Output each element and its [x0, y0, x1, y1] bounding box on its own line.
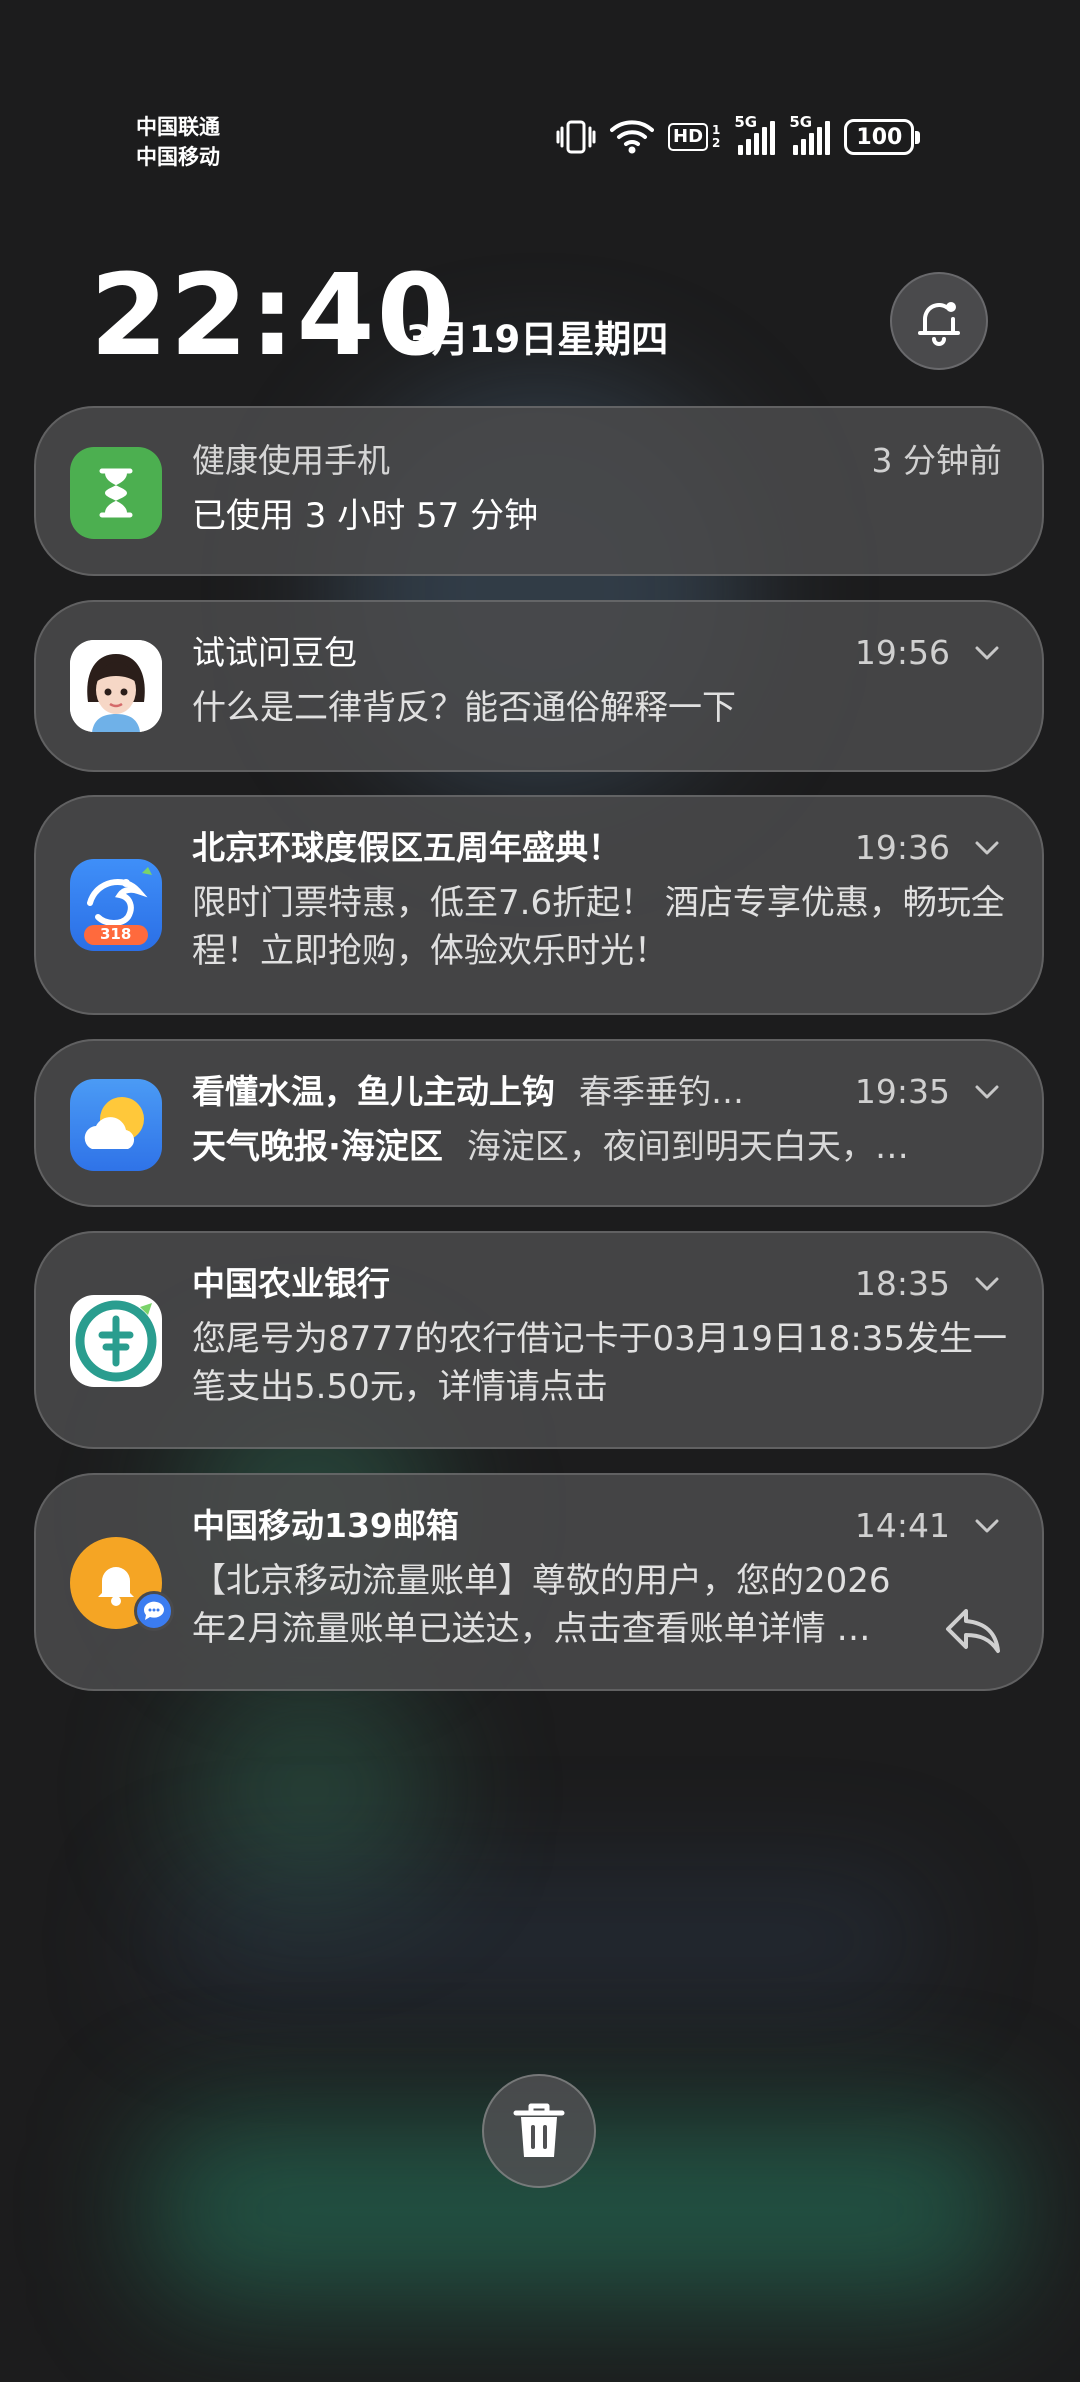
system-icons: HD 1 2 5G 5G 100	[556, 113, 921, 157]
notification-time: 19:36	[854, 828, 950, 867]
trash-icon	[513, 2103, 565, 2157]
notification-card[interactable]: 中国移动139邮箱 14:41 【北京移动流量账单】尊敬的用户，您的2026年2…	[34, 1473, 1044, 1691]
reply-icon[interactable]	[944, 1605, 1002, 1655]
vibrate-icon	[556, 118, 596, 156]
notification-title-extra: 春季垂钓…	[579, 1072, 744, 1111]
chevron-down-icon[interactable]	[972, 1261, 1002, 1307]
hd-label: HD	[668, 123, 709, 151]
clear-all-notifications-button[interactable]	[482, 2074, 596, 2188]
battery-icon: 100	[844, 119, 921, 155]
notification-card[interactable]: 试试问豆包 19:56 什么是二律背反？能否通俗解释一下	[34, 600, 1044, 772]
wallpaper-blur	[180, 1680, 440, 1900]
status-bar: 中国联通 中国移动 HD 1 2 5G 5G 100	[0, 0, 1080, 200]
abc-bank-icon	[70, 1295, 162, 1387]
hd-voice-icon: HD	[668, 123, 709, 151]
notification-title: 中国移动139邮箱	[192, 1506, 459, 1545]
notification-body: 已使用 3 小时 57 分钟	[192, 496, 539, 536]
lock-clock: 22:40	[90, 251, 457, 381]
doubao-avatar-icon	[70, 640, 162, 732]
message-badge-icon	[134, 1591, 174, 1631]
notification-time: 18:35	[854, 1264, 950, 1303]
app-badge-text: 318	[100, 925, 132, 943]
sim2-network-type: 5G	[789, 113, 813, 131]
chevron-down-icon[interactable]	[972, 1069, 1002, 1115]
weather-sun-cloud-icon	[70, 1079, 162, 1171]
carrier-labels: 中国联通 中国移动	[136, 112, 220, 172]
notification-card[interactable]: 318 北京环球度假区五周年盛典！ 19:36 限时门票特惠，低至7.6折起！ …	[34, 795, 1044, 1015]
wifi-icon	[610, 118, 654, 156]
wallpaper-blur	[150, 1880, 930, 2000]
notification-body-title: 天气晚报·海淀区	[192, 1127, 443, 1167]
lock-date: 3月19日星期四	[406, 318, 669, 361]
notification-app-name: 健康使用手机	[192, 441, 390, 480]
chevron-down-icon[interactable]	[972, 825, 1002, 871]
notification-title: 中国农业银行	[192, 1264, 390, 1303]
notification-body: 您尾号为8777的农行借记卡于03月19日18:35发生一笔支出5.50元，详情…	[192, 1319, 1008, 1407]
notification-card[interactable]: 中国农业银行 18:35 您尾号为8777的农行借记卡于03月19日18:35发…	[34, 1231, 1044, 1449]
sim1-signal-icon: 5G	[734, 113, 776, 155]
hourglass-icon	[70, 447, 162, 539]
chevron-down-icon[interactable]	[972, 1503, 1002, 1549]
carrier-1: 中国联通	[136, 115, 220, 139]
notification-body: 什么是二律背反？能否通俗解释一下	[192, 688, 736, 728]
notification-settings-button[interactable]	[890, 272, 988, 370]
sim1-network-type: 5G	[734, 113, 758, 131]
notification-body: 限时门票特惠，低至7.6折起！ 酒店专享优惠，畅玩全程！立即抢购，体验欢乐时光！	[192, 883, 1005, 971]
notification-body: 【北京移动流量账单】尊敬的用户，您的2026年2月流量账单已送达，点击查看账单详…	[192, 1561, 891, 1649]
battery-level: 100	[856, 124, 903, 150]
lock-screen: 中国联通 中国移动 HD 1 2 5G 5G 100 22:40 3月19日星期…	[0, 0, 1080, 2382]
carrier-2: 中国移动	[136, 145, 220, 169]
notification-body: 天气晚报·海淀区 海淀区，夜间到明天白天，…	[192, 1127, 909, 1167]
notification-card[interactable]: 看懂水温，鱼儿主动上钩 春季垂钓… 19:35 天气晚报·海淀区 海淀区，夜间到明天…	[34, 1039, 1044, 1207]
notification-app-name: 试试问豆包	[192, 633, 357, 672]
notification-title: 看懂水温，鱼儿主动上钩 春季垂钓…	[192, 1072, 744, 1111]
notification-title: 北京环球度假区五周年盛典！	[192, 828, 621, 867]
sim2-signal-icon: 5G	[789, 113, 831, 155]
notification-time: 19:35	[854, 1072, 950, 1111]
chevron-down-icon[interactable]	[972, 630, 1002, 676]
ctrip-dolphin-icon: 318	[70, 859, 162, 951]
notification-time: 14:41	[854, 1506, 950, 1545]
hd-sim-index: 1 2	[712, 123, 721, 150]
notification-card[interactable]: 健康使用手机 3 分钟前 已使用 3 小时 57 分钟	[34, 406, 1044, 576]
bell-settings-icon	[918, 302, 960, 346]
notification-time: 19:56	[854, 633, 950, 672]
notification-time: 3 分钟前	[871, 441, 1003, 480]
